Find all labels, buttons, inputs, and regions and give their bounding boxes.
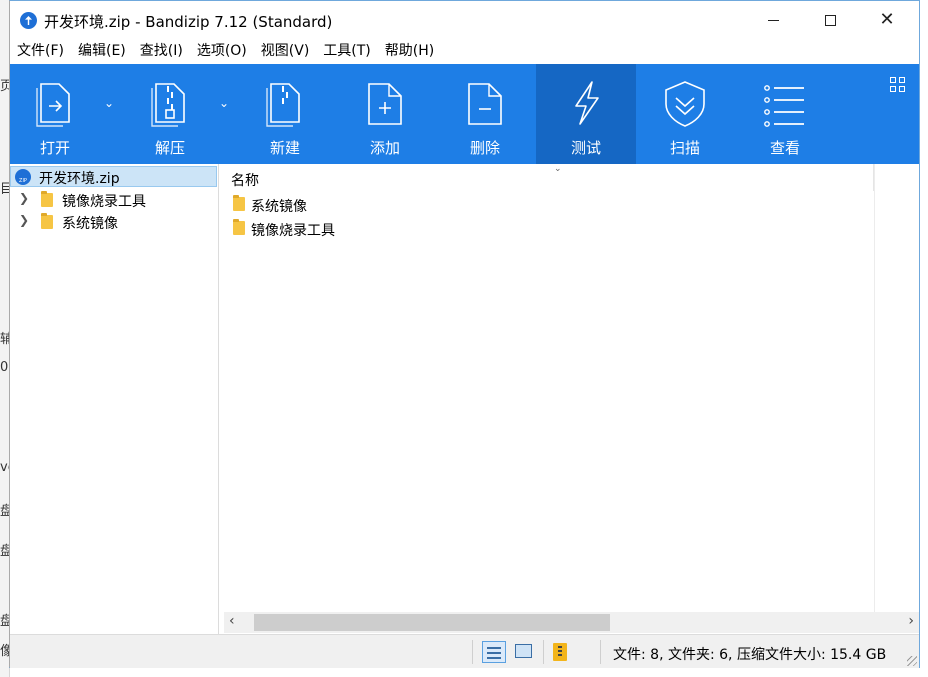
- list-item-label: 镜像烧录工具: [251, 223, 335, 239]
- close-icon: ✕: [879, 9, 895, 30]
- status-summary: 文件: 8, 文件夹: 6, 压缩文件大小: 15.4 GB: [613, 647, 887, 663]
- sort-chevron-icon: ⌄: [554, 164, 562, 174]
- menu-file[interactable]: 文件(F): [10, 39, 71, 64]
- toolbar: 打开 ⌄ 解压 ⌄ 新建 添加 删除 测试 扫描 查看: [10, 64, 919, 164]
- grid-cell: [890, 77, 896, 83]
- column-header-label: 名称: [231, 173, 259, 189]
- tree-root-archive[interactable]: 开发环境.zip: [10, 166, 217, 187]
- status-divider: [472, 640, 473, 664]
- extract-label: 解压: [154, 139, 185, 157]
- tree-item-system-images[interactable]: ❯ 系统镜像: [10, 211, 217, 233]
- bandizip-window: 开发环境.zip - Bandizip 7.12 (Standard) ✕ 文件…: [9, 0, 920, 668]
- shield-icon: [665, 81, 705, 127]
- grid-cell: [899, 77, 905, 83]
- add-button[interactable]: 添加: [340, 64, 430, 164]
- menu-help[interactable]: 帮助(H): [378, 39, 441, 64]
- view-button[interactable]: 查看: [740, 64, 830, 164]
- status-bar: 文件: 8, 文件夹: 6, 压缩文件大小: 15.4 GB: [10, 634, 919, 668]
- tree-item-burn-tools[interactable]: ❯ 镜像烧录工具: [10, 189, 217, 211]
- zip-archive-icon: [15, 169, 31, 185]
- add-label: 添加: [369, 139, 400, 157]
- open-dropdown-chevron-icon[interactable]: ⌄: [104, 96, 114, 110]
- file-list-pane: 名称 ⌄ 系统镜像 镜像烧录工具: [224, 164, 919, 612]
- details-view-icon[interactable]: [482, 641, 506, 663]
- list-item-label: 系统镜像: [251, 199, 307, 215]
- horizontal-scrollbar[interactable]: ‹ ›: [224, 612, 919, 633]
- delete-label: 删除: [469, 139, 500, 157]
- bandizip-app-icon[interactable]: [20, 12, 37, 29]
- archive-info-icon[interactable]: [553, 643, 567, 661]
- close-button[interactable]: ✕: [859, 1, 915, 39]
- window-title: 开发环境.zip - Bandizip 7.12 (Standard): [44, 13, 333, 31]
- extract-dropdown-chevron-icon[interactable]: ⌄: [219, 96, 229, 110]
- folder-icon: [233, 195, 245, 211]
- tree-item-label: 镜像烧录工具: [62, 194, 146, 210]
- minimize-icon: [767, 19, 779, 21]
- list-view-icon: [764, 85, 804, 127]
- column-header-name[interactable]: 名称 ⌄: [224, 164, 874, 191]
- status-divider: [600, 640, 601, 664]
- folder-icon: [41, 191, 53, 207]
- view-line: [487, 647, 501, 649]
- folder-tree-pane: 开发环境.zip ❯ 镜像烧录工具 ❯ 系统镜像: [10, 164, 219, 634]
- scroll-left-icon[interactable]: ‹: [229, 613, 235, 629]
- menu-find[interactable]: 查找(I): [133, 39, 190, 64]
- chevron-right-icon[interactable]: ❯: [19, 213, 29, 227]
- scroll-right-icon[interactable]: ›: [908, 613, 914, 629]
- tree-item-label: 系统镜像: [62, 216, 118, 232]
- chevron-right-icon[interactable]: ❯: [19, 191, 29, 205]
- resize-grip-icon[interactable]: [907, 656, 917, 666]
- grid-cell: [899, 86, 905, 92]
- delete-button[interactable]: 删除: [440, 64, 530, 164]
- view-line: [487, 652, 501, 654]
- menu-view[interactable]: 视图(V): [254, 39, 317, 64]
- menu-bar: 文件(F) 编辑(E) 查找(I) 选项(O) 视图(V) 工具(T) 帮助(H…: [10, 39, 919, 64]
- test-button[interactable]: 测试: [536, 64, 636, 164]
- test-label: 测试: [570, 139, 601, 157]
- new-label: 新建: [269, 139, 300, 157]
- title-bar[interactable]: 开发环境.zip - Bandizip 7.12 (Standard) ✕: [10, 1, 919, 39]
- view-label: 查看: [769, 139, 800, 157]
- scrollbar-thumb[interactable]: [254, 614, 610, 631]
- thumbnail-view-icon[interactable]: [515, 644, 532, 658]
- open-label: 打开: [39, 139, 70, 157]
- open-file-icon: [36, 83, 70, 127]
- maximize-icon: [824, 14, 836, 26]
- folder-icon: [41, 213, 53, 229]
- tree-root-label: 开发环境.zip: [39, 171, 120, 187]
- menu-edit[interactable]: 编辑(E): [71, 39, 133, 64]
- view-line: [487, 657, 501, 659]
- column-divider[interactable]: [874, 164, 875, 612]
- menu-options[interactable]: 选项(O): [190, 39, 254, 64]
- new-archive-icon: [266, 83, 300, 127]
- extract-button[interactable]: 解压: [125, 64, 215, 164]
- list-item[interactable]: 镜像烧录工具: [224, 216, 864, 240]
- add-file-icon: [368, 83, 402, 125]
- scan-button[interactable]: 扫描: [640, 64, 730, 164]
- list-item[interactable]: 系统镜像: [224, 192, 864, 216]
- layout-grid-icon[interactable]: [890, 77, 906, 93]
- scan-label: 扫描: [669, 139, 700, 157]
- status-divider: [543, 640, 544, 664]
- new-button[interactable]: 新建: [240, 64, 330, 164]
- lightning-icon: [575, 81, 599, 125]
- open-button[interactable]: 打开: [10, 64, 100, 164]
- maximize-button[interactable]: [802, 1, 858, 39]
- delete-file-icon: [468, 83, 502, 125]
- minimize-button[interactable]: [745, 1, 801, 39]
- extract-zip-icon: [151, 83, 185, 127]
- menu-tools[interactable]: 工具(T): [316, 39, 377, 64]
- folder-icon: [233, 219, 245, 235]
- grid-cell: [890, 86, 896, 92]
